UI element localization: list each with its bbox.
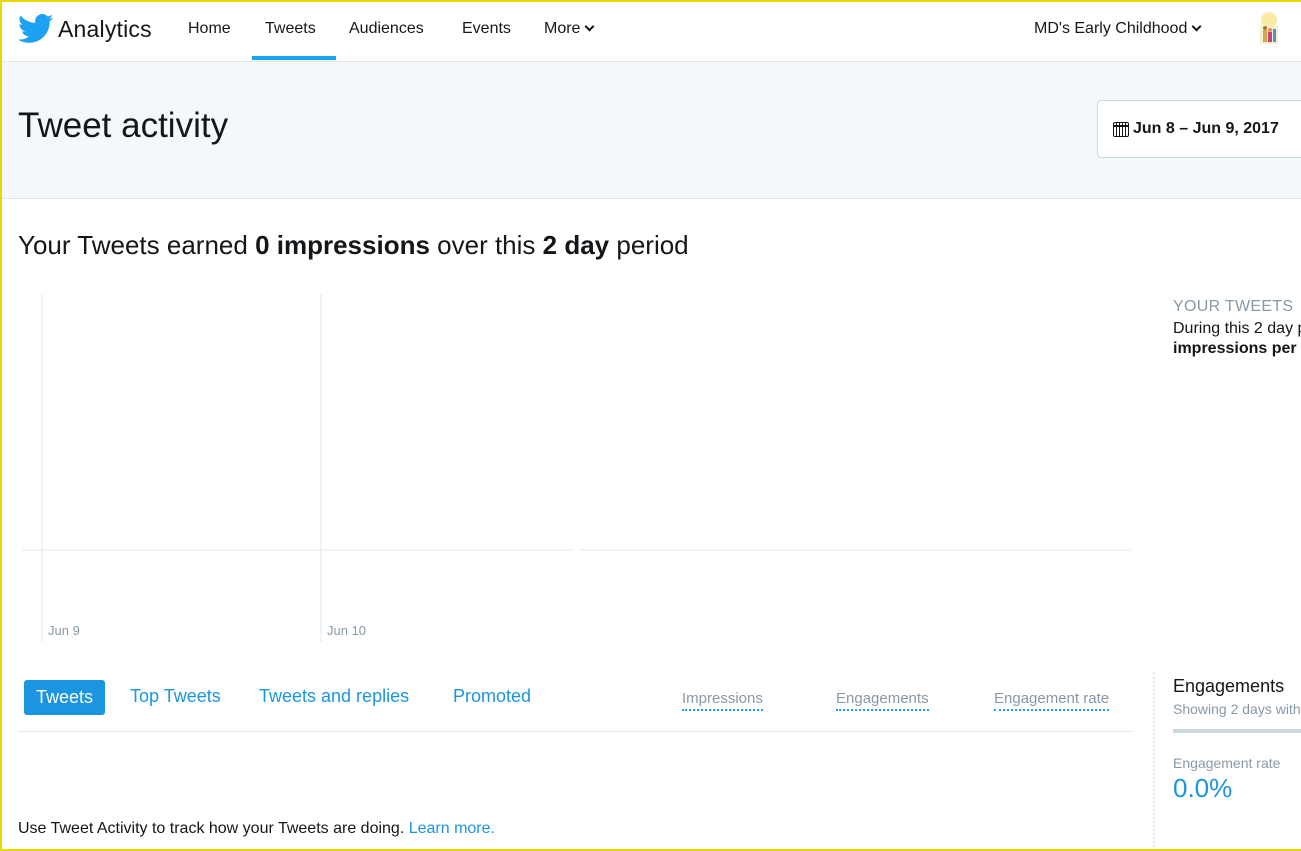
twitter-bird-icon [18,14,54,43]
chart-tick-label: Jun 10 [327,623,366,638]
date-range-label: Jun 8 – Jun 9, 2017 [1133,120,1279,137]
column-engagements[interactable]: Engagements [836,690,929,711]
engagements-subtitle: Showing 2 days with daily frequency [1173,701,1301,717]
engagements-divider [1153,672,1155,851]
engagements-bar [1173,729,1301,733]
nav-audiences[interactable]: Audiences [349,20,424,38]
tab-top-tweets[interactable]: Top Tweets [130,686,221,707]
brand-name: Analytics [58,15,152,42]
engagements-panel: Engagements Showing 2 days with daily fr… [1173,676,1301,804]
chart-svg: Jun 9 Jun 10 [22,294,1131,642]
nav-tweets[interactable]: Tweets [265,20,316,38]
your-tweets-title: YOUR TWEETS [1173,298,1294,315]
hint-text: Use Tweet Activity to track how your Twe… [18,820,409,837]
tab-tweets[interactable]: Tweets [24,680,106,715]
chevron-down-icon [585,21,595,32]
impressions-chart: Jun 9 Jun 10 [18,290,1133,650]
learn-more-link[interactable]: Learn more. [409,820,495,837]
column-impressions[interactable]: Impressions [682,690,763,711]
nav-more[interactable]: More [544,20,595,38]
page-title: Tweet activity [18,106,229,145]
nav-active-indicator [252,56,336,60]
tweet-activity-hint: Use Tweet Activity to track how your Twe… [18,820,495,838]
tab-promoted[interactable]: Promoted [453,686,531,707]
nav-more-label: More [544,20,581,37]
summary-period: 2 day [542,230,610,260]
summary-prefix: Your Tweets earned [18,230,256,260]
your-tweets-text: During this 2 day period, you earned 0 [1173,320,1301,337]
summary-suffix: period [609,230,689,260]
engagement-rate-label: Engagement rate [1173,755,1281,771]
your-tweets-bold: impressions per day. [1173,340,1301,357]
account-name: MD's Early Childhood [1034,20,1188,37]
nav-events[interactable]: Events [462,20,511,38]
calendar-icon [1113,121,1129,137]
engagement-rate-value: 0.0% [1173,773,1233,803]
nav-home[interactable]: Home [188,20,231,38]
chart-tick-label: Jun 9 [48,623,80,638]
account-switcher[interactable]: MD's Early Childhood [1034,20,1202,38]
your-tweets-panel: YOUR TWEETS During this 2 day period, yo… [1173,298,1301,358]
top-nav: Analytics Home Tweets Audiences Events M… [0,0,1301,62]
column-engagement-rate[interactable]: Engagement rate [994,690,1110,711]
impressions-summary: Your Tweets earned 0 impressions over th… [18,230,689,261]
date-range-picker[interactable]: Jun 8 – Jun 9, 2017 [1097,100,1301,158]
tab-tweets-and-replies[interactable]: Tweets and replies [259,686,409,707]
summary-impressions: 0 impressions [255,230,430,260]
chevron-down-icon [1191,21,1202,32]
summary-middle: over this [429,230,543,260]
tweets-tabs-row: Tweets Top Tweets Tweets and replies Pro… [18,678,1133,732]
avatar[interactable] [1252,10,1286,48]
brand[interactable]: Analytics [18,14,152,44]
engagements-title: Engagements [1173,676,1285,696]
